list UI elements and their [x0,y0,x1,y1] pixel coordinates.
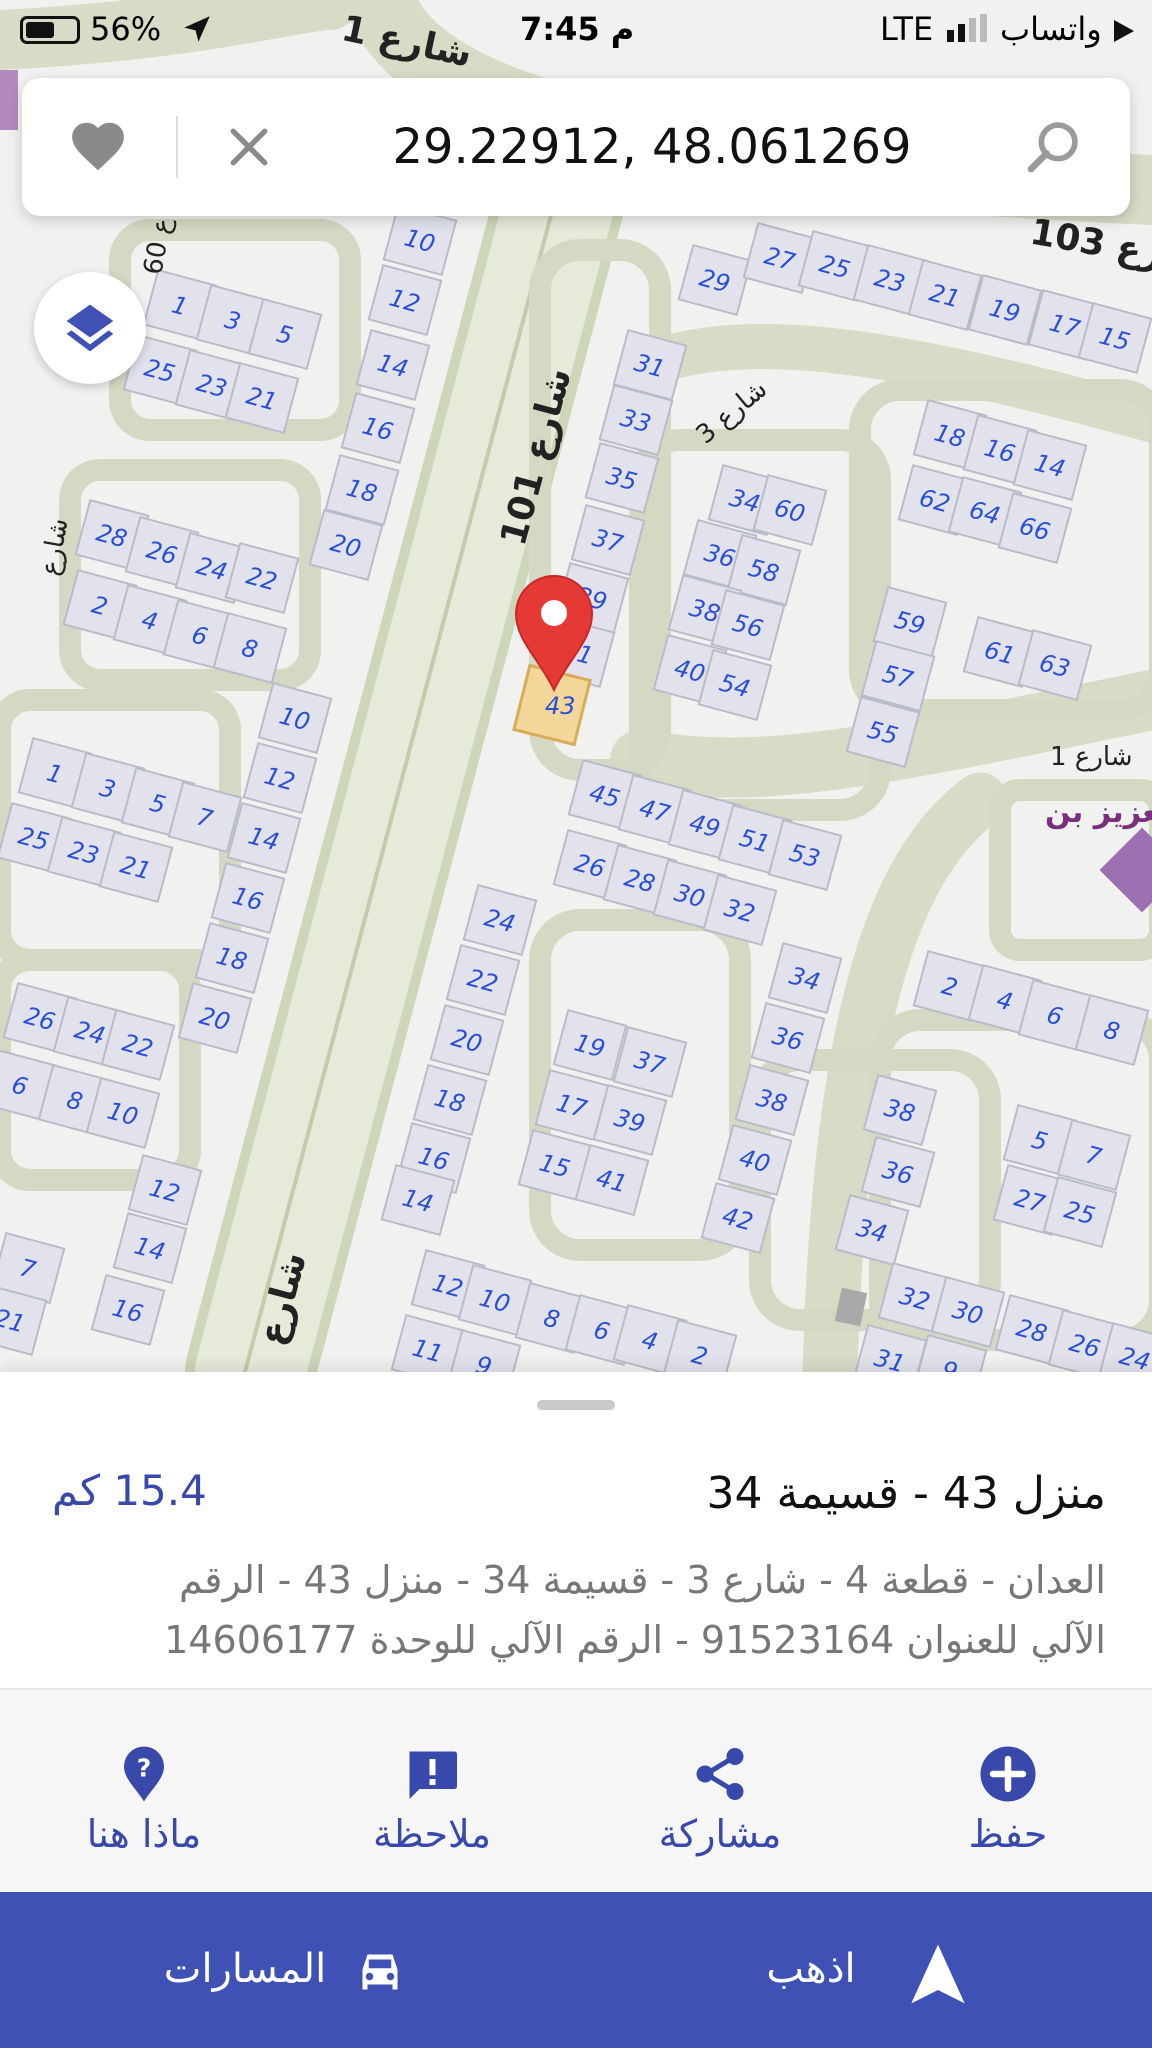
routes-label: المسارات [163,1946,327,1992]
battery-icon [20,16,80,44]
search-input[interactable] [312,110,992,184]
location-arrow-icon [184,16,210,42]
lot-parcel[interactable]: 12 [242,741,318,815]
lot-parcel[interactable]: 14 [1012,428,1088,502]
place-details-sheet: منزل 43 - قسيمة 34 15.4 كم العدان - قطعة… [0,1372,1152,1892]
go-button[interactable]: اذهب [576,1892,1152,2048]
lot-parcel[interactable]: 16 [340,391,416,465]
close-icon[interactable] [222,120,276,174]
lot-parcel[interactable]: 34 [767,941,843,1015]
share-label: مشاركة [658,1812,782,1856]
battery-percentage: 56% [90,10,162,48]
place-title: منزل 43 - قسيمة 34 [706,1468,1106,1519]
layers-icon [66,304,114,352]
back-to-app-label[interactable]: واتساب [1000,10,1102,48]
lot-parcel[interactable]: 63 [1017,628,1093,702]
lot-parcel[interactable]: 21 [907,258,983,332]
share-icon [696,1748,744,1800]
routes-button[interactable]: المسارات [0,1892,576,2048]
lot-parcel[interactable]: 19 [967,273,1043,347]
lot-parcel[interactable]: 39 [592,1083,668,1157]
save-button[interactable]: حفظ [864,1690,1152,1892]
heart-icon[interactable] [67,116,129,178]
search-icon[interactable] [1022,116,1084,178]
note-button[interactable]: ملاحظة [288,1690,576,1892]
lot-parcel[interactable]: 5 [247,297,323,371]
clock: 7:45 م [520,10,635,48]
selected-lot-number: 43 [545,692,576,720]
navigation-arrow-icon [911,1944,965,2004]
note-label: ملاحظة [372,1812,492,1856]
go-label: اذهب [766,1946,856,1992]
lot-parcel[interactable]: 14 [355,328,431,402]
lot-parcel[interactable]: 10 [257,681,333,755]
map-layers-button[interactable] [34,272,146,384]
add-circle-icon [980,1746,1036,1802]
lot-parcel[interactable]: 12 [367,263,443,337]
lot-parcel[interactable]: 20 [429,1003,505,1077]
lot-parcel[interactable]: 15 [1077,301,1152,375]
lot-parcel[interactable]: 22 [100,1008,176,1082]
lot-parcel[interactable]: 41 [574,1143,650,1217]
lot-parcel[interactable]: 66 [997,491,1073,565]
place-address: العدان - قطعة 4 - شارع 3 - قسيمة 34 - من… [164,1558,1106,1662]
status-bar: 56% 7:45 م LTE واتساب [0,0,1152,60]
lot-parcel[interactable]: 8 [1074,993,1150,1067]
screen: 1 3 5 25 23 21 10 12 14 16 18 20 28 26 24 22 2 4 6 8 29 27 25 2… [0,0,1152,2048]
lot-parcel[interactable]: 14 [112,1211,188,1285]
map-edge-feature [0,70,18,130]
save-label: حفظ [968,1812,1048,1856]
lot-parcel[interactable]: 19 [552,1008,628,1082]
navigation-bar: اذهب المسارات [0,1892,1152,2048]
lot-parcel[interactable]: 53 [767,818,843,892]
whats-here-label: ماذا هنا [86,1812,202,1856]
lot-parcel[interactable]: 36 [750,1001,826,1075]
lot-parcel[interactable]: 29 [677,243,753,317]
lot-parcel[interactable]: 21 [98,830,174,904]
search-divider [176,116,178,178]
action-row: حفظ مشاركة ملاحظة ? ماذا هنا [0,1690,1152,1892]
network-type: LTE [880,10,934,48]
lot-parcel[interactable]: 22 [445,943,521,1017]
poi-label: العزيز بن [1045,795,1152,830]
help-location-icon: ? [124,1746,164,1802]
whats-here-button[interactable]: ? ماذا هنا [0,1690,288,1892]
share-button[interactable]: مشاركة [576,1690,864,1892]
lot-parcel[interactable]: 18 [194,921,270,995]
signal-strength-icon [947,14,987,42]
lot-parcel[interactable]: 16 [90,1273,166,1347]
road-label-1-east: شارع 1 [1050,742,1133,772]
lot-parcel[interactable]: 22 [224,541,300,615]
lot-parcel[interactable]: 54 [697,648,773,722]
sheet-drag-handle[interactable] [537,1400,615,1410]
comment-alert-icon [409,1751,457,1799]
lot-parcel[interactable]: 18 [412,1063,488,1137]
place-distance: 15.4 كم [52,1466,207,1515]
svg-text:?: ? [137,1754,152,1783]
car-icon [362,1954,398,1990]
back-arrow-icon[interactable] [1112,18,1136,44]
lot-parcel[interactable]: 24 [462,883,538,957]
search-bar [22,78,1130,216]
lot-parcel[interactable]: 37 [612,1025,688,1099]
poi-marker[interactable] [1099,827,1152,913]
lot-parcel[interactable]: 10 [85,1076,161,1150]
